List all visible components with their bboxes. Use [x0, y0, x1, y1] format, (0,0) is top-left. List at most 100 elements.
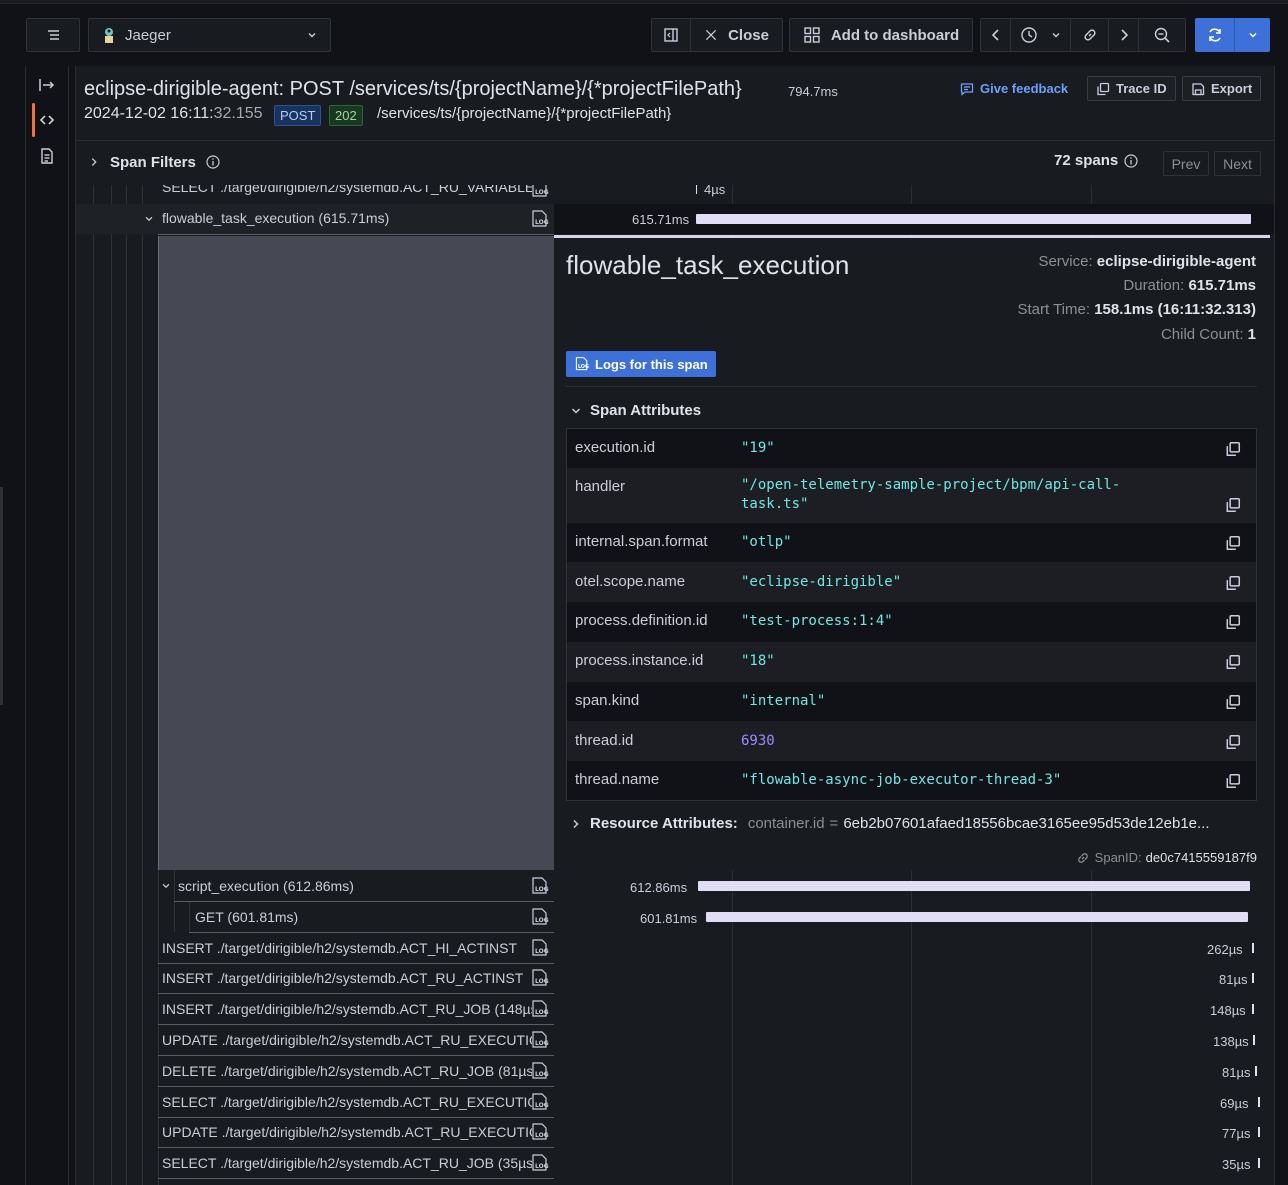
- span-bar: [1252, 1004, 1254, 1014]
- span-row[interactable]: INSERT ./target/dirigible/h2/systemdb.AC…: [76, 993, 1274, 1025]
- refresh-button[interactable]: [1195, 18, 1235, 52]
- give-feedback-link[interactable]: Give feedback: [960, 76, 1068, 101]
- copy-icon[interactable]: [1225, 654, 1241, 670]
- export-button[interactable]: Export: [1182, 76, 1262, 101]
- zoom-out-button[interactable]: [1139, 19, 1185, 51]
- logs-icon[interactable]: LOG: [530, 999, 550, 1019]
- span-row[interactable]: SELECT ./target/dirigible/h2/systemdb.AC…: [76, 185, 1274, 206]
- split-view-button[interactable]: [652, 19, 691, 51]
- span-bar: [698, 881, 1250, 891]
- span-name: GET (601.81ms): [195, 909, 299, 925]
- span-name: SELECT ./target/dirigible/h2/systemdb.AC…: [162, 1094, 532, 1110]
- resource-attributes-toggle[interactable]: Resource Attributes: container.id = 6eb2…: [570, 815, 1210, 832]
- panel-scrollbar[interactable]: [1275, 66, 1288, 1185]
- chevron-down-icon[interactable]: [144, 214, 154, 224]
- trace-url-path: /services/ts/{projectName}/{*projectFile…: [377, 105, 672, 122]
- close-icon: [705, 29, 717, 41]
- span-row[interactable]: SELECT ./target/dirigible/h2/systemdb.AC…: [76, 1147, 1274, 1179]
- link-icon: [1077, 852, 1088, 863]
- logs-icon[interactable]: LOG: [530, 907, 550, 927]
- time-forward-button[interactable]: [1109, 19, 1139, 51]
- span-attributes-toggle[interactable]: Span Attributes: [570, 402, 701, 419]
- span-id[interactable]: SpanID: de0c7415559187f9: [1076, 850, 1257, 865]
- copy-icon[interactable]: [1225, 614, 1241, 630]
- attribute-value: 6930: [741, 733, 775, 749]
- copy-icon[interactable]: [1225, 734, 1241, 750]
- span-row[interactable]: INSERT ./target/dirigible/h2/systemdb.AC…: [76, 962, 1274, 994]
- copy-icon[interactable]: [1225, 497, 1241, 513]
- trace-id-button[interactable]: Trace ID: [1087, 76, 1176, 101]
- resource-attribute-value: 6eb2b07601afaed18556bcae3165ee95d53de12e…: [843, 815, 1210, 832]
- copy-icon[interactable]: [1225, 535, 1241, 551]
- logs-icon[interactable]: LOG: [530, 1030, 550, 1050]
- prev-match-button[interactable]: Prev: [1163, 151, 1209, 176]
- span-filters-label: Span Filters: [110, 153, 196, 171]
- span-row[interactable]: GET (601.81ms) LOG 601.81ms: [76, 901, 1274, 933]
- logs-icon[interactable]: LOG: [530, 1092, 550, 1112]
- logs-icon[interactable]: LOG: [530, 1122, 550, 1142]
- span-name: UPDATE ./target/dirigible/h2/systemdb.AC…: [162, 1124, 532, 1140]
- svg-text:LOG: LOG: [535, 1071, 549, 1078]
- copy-icon[interactable]: [1225, 575, 1241, 591]
- start-time-value: 158.1ms (16:11:32.313): [1094, 301, 1256, 318]
- span-row[interactable]: INSERT ./target/dirigible/h2/systemdb.AC…: [76, 932, 1274, 964]
- child-count-value: 1: [1247, 326, 1256, 343]
- time-back-button[interactable]: [981, 19, 1011, 51]
- copy-icon[interactable]: [1225, 773, 1241, 789]
- close-button[interactable]: Close: [691, 19, 782, 51]
- copy-icon[interactable]: [1225, 694, 1241, 710]
- span-row[interactable]: UPDATE ./target/dirigible/h2/systemdb.AC…: [76, 1024, 1274, 1056]
- attribute-key: thread.id: [575, 732, 634, 749]
- document-view-button[interactable]: [36, 145, 58, 167]
- span-row[interactable]: UPDATE ./target/dirigible/h2/systemdb.AC…: [76, 1116, 1274, 1148]
- logs-icon[interactable]: LOG: [530, 938, 550, 958]
- add-to-dashboard-button[interactable]: Add to dashboard: [789, 18, 973, 52]
- copy-link-button[interactable]: [1071, 19, 1109, 51]
- logs-icon: LOG: [575, 357, 589, 371]
- service-label: Service:: [1038, 253, 1093, 270]
- span-row[interactable]: SELECT ./target/dirigible/h2/systemdb.AC…: [76, 1086, 1274, 1118]
- span-attributes-heading: Span Attributes: [590, 402, 702, 419]
- logs-icon[interactable]: LOG: [530, 1061, 550, 1081]
- code-view-button[interactable]: [36, 109, 58, 131]
- span-bar: [696, 214, 1251, 224]
- trace-timeline-lower: script_execution (612.86ms) LOG 612.86ms…: [76, 870, 1274, 1185]
- span-name: DELETE ./target/dirigible/h2/systemdb.AC…: [162, 1063, 532, 1079]
- attribute-value: "18": [741, 653, 775, 669]
- menu-toggle-button[interactable]: [26, 18, 80, 52]
- svg-text:LOG: LOG: [535, 917, 549, 924]
- attribute-key: process.instance.id: [575, 652, 704, 669]
- span-row[interactable]: script_execution (612.86ms) LOG 612.86ms: [76, 870, 1274, 902]
- span-attributes-table: execution.id "19" handler "/open-telemet…: [566, 428, 1257, 801]
- logs-icon[interactable]: LOG: [530, 876, 550, 896]
- logs-icon[interactable]: LOG: [530, 1153, 550, 1173]
- save-icon: [1192, 82, 1205, 95]
- span-duration: 148µs: [1210, 1003, 1246, 1018]
- next-match-button[interactable]: Next: [1214, 151, 1261, 176]
- svg-text:LOG: LOG: [535, 978, 549, 985]
- expand-rail-button[interactable]: [36, 74, 58, 96]
- chevron-down-icon[interactable]: [161, 881, 171, 891]
- span-name: INSERT ./target/dirigible/h2/systemdb.AC…: [162, 1001, 532, 1017]
- resource-attribute-equals: =: [829, 815, 839, 832]
- attribute-key: execution.id: [575, 439, 656, 456]
- span-row[interactable]: DELETE ./target/dirigible/h2/systemdb.AC…: [76, 1055, 1274, 1087]
- attribute-row: internal.span.format "otlp": [567, 523, 1256, 562]
- attribute-value: "flowable-async-job-executor-thread-3": [741, 772, 1062, 788]
- span-bar: [1258, 1158, 1260, 1168]
- logs-icon[interactable]: LOG: [530, 209, 550, 229]
- svg-text:LOG: LOG: [535, 886, 549, 893]
- chevron-down-icon: [571, 407, 581, 414]
- list-icon: [48, 30, 59, 40]
- trace-duration: 794.7ms: [788, 84, 838, 99]
- copy-icon[interactable]: [1225, 441, 1241, 457]
- logs-icon[interactable]: LOG: [530, 968, 550, 988]
- time-picker-button[interactable]: [1011, 19, 1071, 51]
- refresh-interval-dropdown[interactable]: [1235, 18, 1270, 52]
- span-id-label: SpanID:: [1094, 850, 1142, 865]
- span-filters-toggle[interactable]: Span Filters: [88, 150, 220, 174]
- logs-icon[interactable]: LOG: [530, 185, 550, 199]
- span-row-selected[interactable]: flowable_task_execution (615.71ms) LOG 6…: [76, 204, 1274, 234]
- datasource-picker[interactable]: Jaeger: [88, 18, 331, 52]
- logs-for-span-button[interactable]: LOG Logs for this span: [566, 351, 716, 377]
